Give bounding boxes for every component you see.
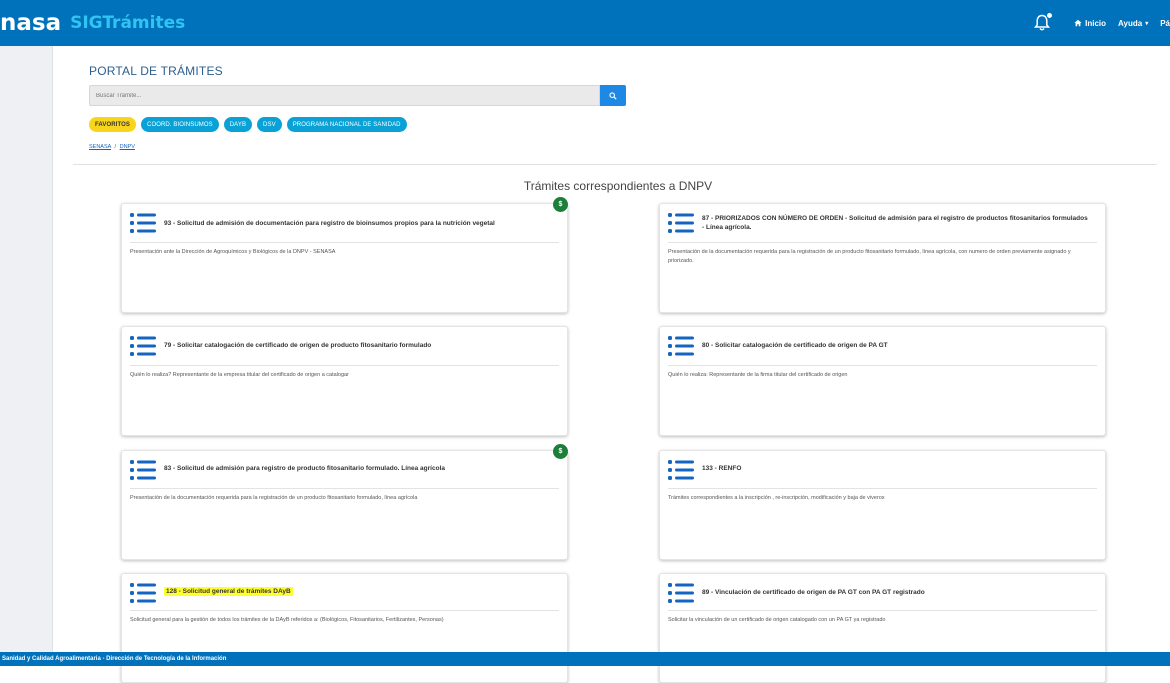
nav-ayuda-label: Ayuda (1118, 18, 1143, 28)
card-description: Presentación de la documentación requeri… (130, 495, 418, 501)
card-description: Solicitud general para la gestión de tod… (130, 617, 444, 623)
card-divider (130, 610, 559, 611)
nav-ayuda[interactable]: Ayuda ▾ (1118, 19, 1148, 28)
home-icon (1074, 19, 1082, 27)
chip-dayb[interactable]: DAYB (223, 117, 253, 132)
section-title: Trámites correspondientes a DNPV (523, 179, 713, 193)
card-description: Presentación ante la Dirección de Agroqu… (130, 249, 336, 255)
card-description: Solicitar la vinculación de un certifica… (668, 617, 886, 623)
card-title[interactable]: 83 - Solicitud de admisión para registro… (164, 464, 553, 473)
card-title-highlighted[interactable]: 128 - Solicitud general de trámites DAyB (164, 587, 553, 596)
card-description: Presentación de la documentación requeri… (668, 249, 1071, 264)
list-icon (130, 459, 156, 481)
card-title[interactable]: 133 - RENFO (702, 464, 1091, 473)
chip-dsv[interactable]: DSV (257, 117, 282, 132)
card-title[interactable]: 87 - PRIORIZADOS CON NÚMERO DE ORDEN - S… (702, 214, 1091, 232)
chip-coord-bioinsumos[interactable]: COORD. BIOINSUMOS (141, 117, 219, 132)
search-input[interactable] (89, 85, 600, 106)
tramite-card-128[interactable]: 128 - Solicitud general de trámites DAyB… (121, 573, 568, 683)
brand-logo: nasa (0, 10, 62, 36)
page-title: PORTAL DE TRÁMITES (89, 64, 223, 78)
top-navbar: nasa SIGTrámites Inicio Ayuda ▾ Pá (0, 0, 1170, 46)
list-icon (668, 582, 694, 604)
card-divider (668, 610, 1097, 611)
nav-right: Inicio Ayuda ▾ Pá (1034, 0, 1170, 46)
card-title[interactable]: 79 - Solicitar catalogación de certifica… (164, 341, 553, 350)
breadcrumb: SENASA / DNPV (89, 144, 135, 150)
card-description: Quién lo realiza: Representante de la fi… (668, 372, 848, 378)
tramite-card-93[interactable]: 93 - Solicitud de admisión de documentac… (121, 197, 568, 313)
list-icon (130, 335, 156, 357)
list-icon (130, 582, 156, 604)
notifications-button[interactable] (1034, 12, 1054, 32)
card-divider (668, 365, 1097, 366)
tramite-card-89[interactable]: 89 - Vinculación de certificado de orige… (659, 573, 1106, 683)
tramite-card-83[interactable]: 83 - Solicitud de admisión para registro… (121, 444, 568, 560)
paid-badge: $ (553, 444, 568, 459)
card-divider (130, 488, 559, 489)
list-icon (668, 335, 694, 357)
tramite-card-79[interactable]: 79 - Solicitar catalogación de certifica… (121, 326, 568, 436)
breadcrumb-separator: / (114, 144, 117, 150)
card-description: Quién lo realiza? Representante de la em… (130, 372, 349, 378)
tramite-card-133[interactable]: 133 - RENFO Trámites correspondientes a … (659, 450, 1106, 560)
list-icon (130, 212, 156, 234)
list-icon (668, 212, 694, 234)
chip-favoritos[interactable]: FAVORITOS (89, 117, 137, 132)
category-chips: FAVORITOS COORD. BIOINSUMOS DAYB DSV PRO… (89, 117, 407, 132)
card-divider (668, 488, 1097, 489)
brand[interactable]: nasa SIGTrámites (0, 7, 185, 39)
chip-programa-nacional-de-sanidad[interactable]: PROGRAMA NACIONAL DE SANIDAD (286, 117, 407, 132)
nav-pa[interactable]: Pá (1160, 19, 1170, 28)
card-divider (130, 242, 559, 243)
app-name: SIGTrámites (70, 13, 186, 33)
card-title[interactable]: 93 - Solicitud de admisión de documentac… (164, 219, 553, 228)
card-divider (668, 242, 1097, 243)
main-content: PORTAL DE TRÁMITES FAVORITOS COORD. BIOI… (53, 46, 1170, 683)
card-title-text: 128 - Solicitud general de trámites DAyB (164, 587, 293, 596)
caret-down-icon: ▾ (1145, 20, 1149, 27)
card-title[interactable]: 80 - Solicitar catalogación de certifica… (702, 341, 1091, 350)
nav-inicio-label: Inicio (1085, 18, 1107, 28)
nav-pa-label: Pá (1160, 18, 1170, 28)
sidebar (0, 46, 53, 652)
tramite-card-87[interactable]: 87 - PRIORIZADOS CON NÚMERO DE ORDEN - S… (659, 203, 1106, 313)
paid-badge: $ (553, 197, 568, 212)
tramite-card-80[interactable]: 80 - Solicitar catalogación de certifica… (659, 326, 1106, 436)
notification-dot (1046, 12, 1054, 19)
card-title[interactable]: 89 - Vinculación de certificado de orige… (702, 588, 1091, 597)
footer: Sanidad y Calidad Agroalimentaria - Dire… (0, 652, 1170, 666)
nav-inicio[interactable]: Inicio (1074, 19, 1106, 28)
breadcrumb-senasa[interactable]: SENASA (89, 144, 111, 150)
divider (73, 164, 1157, 165)
search-icon (609, 91, 617, 100)
card-divider (130, 365, 559, 366)
card-description: Trámites correspondientes a la inscripci… (668, 495, 885, 501)
search-button[interactable] (600, 85, 626, 106)
breadcrumb-dnpv[interactable]: DNPV (120, 144, 135, 150)
list-icon (668, 459, 694, 481)
